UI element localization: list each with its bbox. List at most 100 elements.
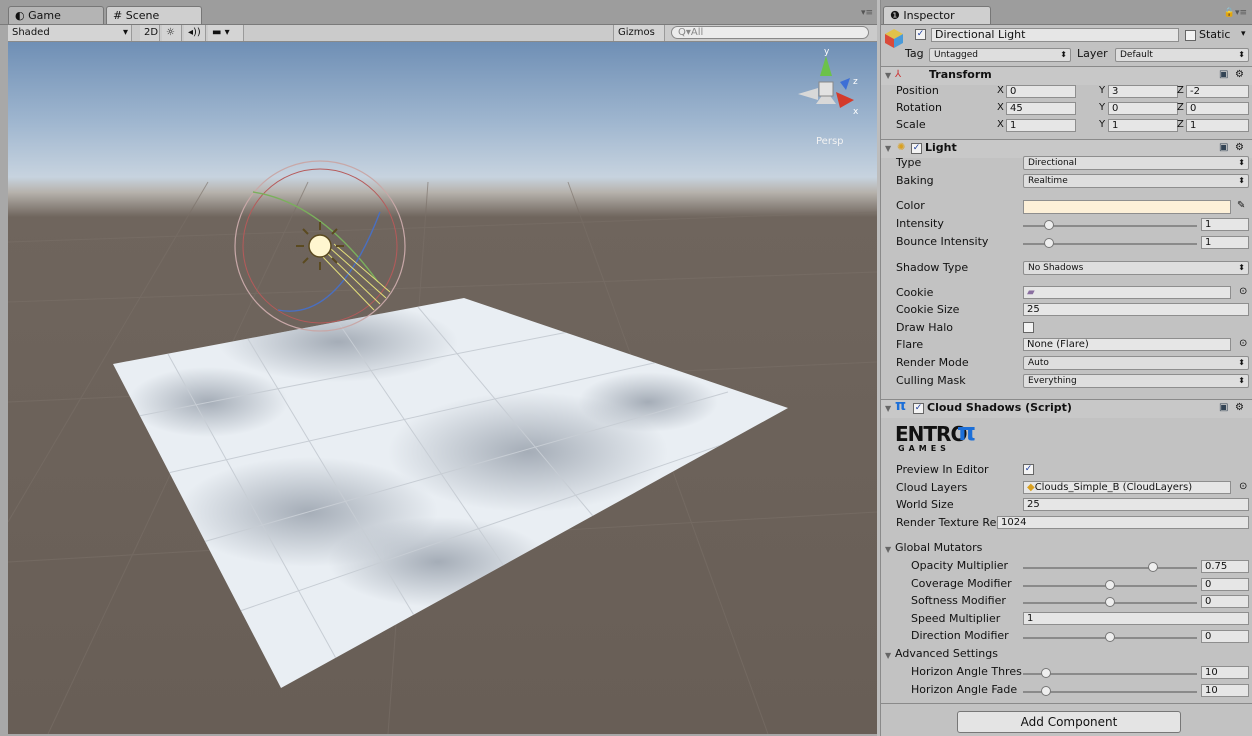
- shadow-type-dropdown[interactable]: No Shadows ⬍: [1023, 261, 1249, 275]
- add-component-button[interactable]: Add Component: [957, 711, 1181, 733]
- cloud-shadows-enabled-checkbox[interactable]: ✓: [913, 403, 924, 414]
- audio-toggle-icon[interactable]: ◂)): [184, 25, 206, 41]
- gear-icon[interactable]: ⚙: [1235, 142, 1244, 154]
- speed-multiplier-field[interactable]: 1: [1023, 612, 1249, 625]
- axis-y-label[interactable]: Y: [1099, 83, 1105, 98]
- gizmos-dropdown[interactable]: Gizmos ▾: [613, 25, 665, 53]
- global-mutators-foldout[interactable]: Global Mutators: [895, 540, 982, 555]
- opacity-multiplier-slider[interactable]: [1023, 559, 1197, 576]
- tag-dropdown[interactable]: Untagged ⬍: [929, 48, 1071, 62]
- rotation-z-field[interactable]: 0: [1186, 102, 1249, 115]
- cookie-size-field[interactable]: 25: [1023, 303, 1249, 316]
- scale-y-field[interactable]: 1: [1108, 119, 1178, 132]
- eyedropper-icon[interactable]: ✎: [1237, 200, 1245, 212]
- help-book-icon[interactable]: ▣: [1219, 142, 1228, 154]
- axis-z-label[interactable]: Z: [1177, 100, 1184, 115]
- type-dropdown[interactable]: Directional ⬍: [1023, 156, 1249, 170]
- help-book-icon[interactable]: ▣: [1219, 402, 1228, 414]
- light-gizmo[interactable]: [234, 160, 406, 332]
- slider-knob[interactable]: [1105, 580, 1115, 590]
- slider-knob[interactable]: [1044, 238, 1054, 248]
- scale-x-field[interactable]: 1: [1006, 119, 1076, 132]
- horizon-angle-threshold-slider[interactable]: [1023, 665, 1197, 682]
- axis-z-label[interactable]: Z: [1177, 83, 1184, 98]
- axis-x-label[interactable]: X: [997, 100, 1004, 115]
- axis-y-label[interactable]: Y: [1099, 100, 1105, 115]
- slider-knob[interactable]: [1044, 220, 1054, 230]
- static-label: Static: [1199, 28, 1231, 41]
- orientation-gizmo[interactable]: [798, 56, 854, 108]
- gear-icon[interactable]: ⚙: [1235, 69, 1244, 81]
- gameobject-name-field[interactable]: Directional Light: [931, 28, 1179, 42]
- gameobject-active-checkbox[interactable]: ✓: [915, 29, 926, 40]
- position-y-field[interactable]: 3: [1108, 85, 1178, 98]
- culling-mask-dropdown[interactable]: Everything ⬍: [1023, 374, 1249, 388]
- bounce-intensity-field[interactable]: 1: [1201, 236, 1249, 249]
- tab-game[interactable]: ◐ Game: [8, 6, 104, 24]
- bounce-intensity-slider[interactable]: [1023, 235, 1197, 252]
- slider-knob[interactable]: [1148, 562, 1158, 572]
- intensity-field[interactable]: 1: [1201, 218, 1249, 231]
- scene-search-input[interactable]: Q▾All: [671, 26, 869, 39]
- render-mode-dropdown[interactable]: Auto ⬍: [1023, 356, 1249, 370]
- render-texture-field[interactable]: 1024: [997, 516, 1249, 529]
- static-checkbox[interactable]: [1185, 30, 1196, 41]
- object-picker-icon[interactable]: ⊙: [1239, 338, 1247, 350]
- projection-label[interactable]: Persp: [816, 136, 844, 147]
- chevron-down-icon[interactable]: ▾: [1241, 27, 1246, 42]
- draw-halo-checkbox[interactable]: [1023, 322, 1034, 333]
- color-field[interactable]: [1023, 200, 1231, 214]
- opacity-multiplier-field[interactable]: 0.75: [1201, 560, 1249, 573]
- direction-modifier-slider[interactable]: [1023, 629, 1197, 646]
- horizon-angle-fade-slider[interactable]: [1023, 683, 1197, 700]
- preview-in-editor-checkbox[interactable]: ✓: [1023, 464, 1034, 475]
- object-picker-icon[interactable]: ⊙: [1239, 481, 1247, 493]
- axis-x-label[interactable]: X: [997, 83, 1004, 98]
- effects-dropdown[interactable]: ▬ ▾: [208, 25, 244, 41]
- light-enabled-checkbox[interactable]: ✓: [911, 143, 922, 154]
- scene-viewport[interactable]: y z x Persp: [8, 42, 877, 734]
- flare-label: Flare: [896, 338, 924, 351]
- foldout-triangle-icon[interactable]: ▼: [885, 545, 891, 554]
- world-size-field[interactable]: 25: [1023, 498, 1249, 511]
- help-book-icon[interactable]: ▣: [1219, 69, 1228, 81]
- layer-dropdown[interactable]: Default ⬍: [1115, 48, 1249, 62]
- object-picker-icon[interactable]: ⊙: [1239, 286, 1247, 298]
- horizon-angle-fade-field[interactable]: 10: [1201, 684, 1249, 697]
- horizon-angle-threshold-field[interactable]: 10: [1201, 666, 1249, 679]
- gear-icon[interactable]: ⚙: [1235, 402, 1244, 414]
- tab-inspector[interactable]: ❶ Inspector: [883, 6, 991, 24]
- tab-scene[interactable]: # Scene: [106, 6, 202, 24]
- axis-x-label[interactable]: X: [997, 117, 1004, 132]
- slider-knob[interactable]: [1105, 597, 1115, 607]
- position-x-field[interactable]: 0: [1006, 85, 1076, 98]
- info-icon: ❶: [890, 9, 900, 22]
- coverage-modifier-slider[interactable]: [1023, 577, 1197, 594]
- intensity-slider[interactable]: [1023, 217, 1197, 234]
- shading-mode-dropdown[interactable]: Shaded ▾: [8, 25, 132, 41]
- lighting-toggle-icon[interactable]: ☼: [162, 25, 182, 41]
- cloud-shadows-header[interactable]: ▼ π ✓ Cloud Shadows (Script) ▣ ⚙: [881, 399, 1252, 418]
- slider-knob[interactable]: [1105, 632, 1115, 642]
- advanced-settings-foldout[interactable]: Advanced Settings: [895, 646, 998, 661]
- lock-icon[interactable]: 🔒▾≡: [1224, 8, 1247, 18]
- toggle-2d-button[interactable]: 2D: [140, 25, 160, 41]
- scale-z-field[interactable]: 1: [1186, 119, 1249, 132]
- flare-field[interactable]: None (Flare): [1023, 338, 1231, 351]
- slider-knob[interactable]: [1041, 668, 1051, 678]
- softness-modifier-field[interactable]: 0: [1201, 595, 1249, 608]
- softness-modifier-slider[interactable]: [1023, 594, 1197, 611]
- cookie-field[interactable]: ▰: [1023, 286, 1231, 299]
- axis-z-label[interactable]: Z: [1177, 117, 1184, 132]
- direction-modifier-field[interactable]: 0: [1201, 630, 1249, 643]
- axis-y-label[interactable]: Y: [1099, 117, 1105, 132]
- rotation-x-field[interactable]: 45: [1006, 102, 1076, 115]
- panel-menu-icon[interactable]: ▾≡: [861, 8, 873, 18]
- foldout-triangle-icon[interactable]: ▼: [885, 651, 891, 660]
- position-z-field[interactable]: -2: [1186, 85, 1249, 98]
- slider-knob[interactable]: [1041, 686, 1051, 696]
- rotation-y-field[interactable]: 0: [1108, 102, 1178, 115]
- baking-dropdown[interactable]: Realtime ⬍: [1023, 174, 1249, 188]
- coverage-modifier-field[interactable]: 0: [1201, 578, 1249, 591]
- cloud-layers-field[interactable]: ◆Clouds_Simple_B (CloudLayers): [1023, 481, 1231, 494]
